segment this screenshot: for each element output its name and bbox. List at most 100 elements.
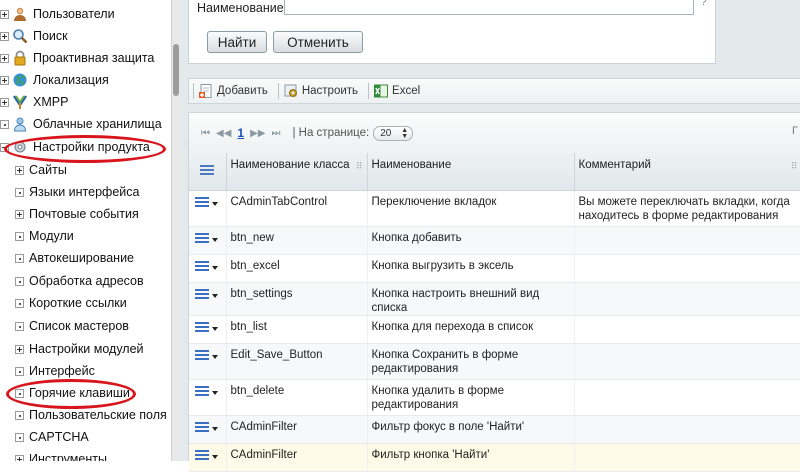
tree-item-label: Обработка адресов — [29, 274, 144, 288]
cancel-button[interactable]: Отменить — [273, 31, 363, 53]
tree-item-module-settings[interactable]: Настройки модулей — [15, 339, 144, 359]
column-header-class-name[interactable]: Наименование класса ⠿ — [226, 153, 368, 191]
row-menu-icon[interactable] — [193, 287, 219, 301]
list-menu-icon[interactable] — [200, 165, 214, 177]
tree-item-captcha[interactable]: CAPTCHA — [15, 427, 89, 447]
row-menu-icon[interactable] — [193, 348, 219, 362]
tree-item-mail-events[interactable]: Почтовые события — [15, 204, 139, 224]
per-page-select[interactable]: 20 ▲ ▼ — [373, 125, 414, 141]
tree-item-cloud-storage[interactable]: Облачные хранилища — [0, 114, 162, 134]
toolbar-divider — [368, 83, 370, 99]
first-page-icon[interactable]: ⏮ — [201, 128, 210, 139]
row-menu-icon[interactable] — [193, 195, 219, 209]
row-menu-icon[interactable] — [193, 420, 219, 434]
cell-class-name: CAdminTabControl — [226, 190, 368, 227]
tree-item-proactive-protection[interactable]: Проактивная защита — [0, 48, 154, 68]
tree-item-interface[interactable]: Интерфейс — [15, 361, 95, 381]
expand-icon[interactable] — [0, 53, 9, 63]
leaf-icon — [15, 253, 24, 263]
excel-button[interactable]: Excel — [373, 83, 420, 99]
tree-item-sites[interactable]: Сайты — [15, 160, 67, 180]
column-grip-icon[interactable]: ⠿ — [791, 161, 798, 172]
expand-icon[interactable] — [0, 31, 9, 41]
tree-item-product-settings[interactable]: Настройки продукта — [0, 137, 150, 157]
table-row[interactable]: btn_delete Кнопка удалить в форме редакти… — [189, 379, 800, 416]
add-button-label: Добавить — [217, 85, 268, 97]
tree-item-user-fields[interactable]: Пользовательские поля — [15, 405, 167, 425]
tree-item-users[interactable]: Пользователи — [0, 4, 115, 24]
configure-icon — [283, 83, 299, 99]
table-row[interactable]: btn_new Кнопка добавить — [189, 226, 800, 255]
prev-page-icon[interactable]: ◀◀ — [216, 128, 231, 139]
tree-item-short-links[interactable]: Короткие ссылки — [15, 293, 127, 313]
tree-item-autocaching[interactable]: Автокеширование — [15, 248, 134, 268]
tree-item-label: CAPTCHA — [29, 430, 89, 444]
row-menu-icon[interactable] — [193, 231, 219, 245]
row-actions-cell[interactable] — [189, 282, 227, 316]
tree-item-label: XMPP — [33, 95, 69, 109]
table-row[interactable]: CAdminFilter Фильтр кнопка 'Найти' — [189, 443, 800, 472]
excel-icon — [373, 83, 389, 99]
navigation-tree: Пользователи Поиск Проактивная защита Ло… — [0, 0, 171, 461]
tree-item-modules[interactable]: Модули — [15, 226, 74, 246]
column-grip-icon[interactable]: ⠿ — [356, 161, 363, 172]
expand-icon[interactable] — [15, 165, 24, 175]
current-page[interactable]: 1 — [237, 126, 244, 140]
row-menu-icon[interactable] — [193, 448, 219, 462]
row-actions-cell[interactable] — [189, 315, 227, 344]
tree-item-label: Почтовые события — [29, 207, 139, 221]
expand-icon[interactable] — [0, 119, 9, 129]
next-page-icon[interactable]: ▶▶ — [250, 128, 265, 139]
tree-item-xmpp[interactable]: XMPP — [0, 92, 68, 112]
cell-class-name: CAdminFilter — [226, 443, 368, 472]
expand-icon[interactable] — [0, 9, 9, 19]
toolbar-divider — [193, 83, 194, 99]
cell-comment: Вы можете переключать вкладки, когда нах… — [574, 190, 800, 227]
row-menu-icon[interactable] — [193, 259, 219, 273]
table-row[interactable]: btn_settings Кнопка настроить внешний вид… — [189, 282, 800, 316]
tree-scrollbar[interactable] — [171, 0, 180, 461]
cell-comment — [574, 415, 800, 444]
find-button[interactable]: Найти — [207, 31, 267, 53]
row-actions-cell[interactable] — [189, 190, 227, 227]
cell-class-name: Edit_Save_Button — [226, 343, 368, 380]
name-filter-input[interactable] — [284, 0, 694, 15]
settings-button[interactable]: Настроить — [283, 83, 358, 99]
column-header-name[interactable]: Наименование — [367, 153, 575, 191]
table-row[interactable]: btn_excel Кнопка выгрузить в эксель — [189, 254, 800, 283]
tree-item-localization[interactable]: Локализация — [0, 70, 109, 90]
expand-icon[interactable] — [0, 97, 9, 107]
table-row[interactable]: CAdminTabControl Переключение вкладок Вы м… — [189, 190, 800, 227]
collapse-icon[interactable] — [0, 142, 9, 152]
row-actions-cell[interactable] — [189, 443, 227, 472]
spinner-arrows-icon: ▲ ▼ — [401, 126, 409, 140]
cell-class-name: btn_excel — [226, 254, 368, 283]
expand-icon[interactable] — [0, 75, 9, 85]
table-row[interactable]: btn_list Кнопка для перехода в список — [189, 315, 800, 344]
tree-item-tools[interactable]: Инструменты — [15, 449, 107, 461]
expand-icon[interactable] — [15, 454, 24, 461]
tree-item-interface-languages[interactable]: Языки интерфейса — [15, 182, 139, 202]
scrollbar-thumb[interactable] — [173, 44, 179, 96]
row-actions-cell[interactable] — [189, 226, 227, 255]
table-row[interactable]: CAdminFilter Фильтр фокус в поле 'Найти' — [189, 415, 800, 444]
table-row[interactable]: Edit_Save_Button Кнопка Сохранить в форме… — [189, 343, 800, 380]
tree-item-search[interactable]: Поиск — [0, 26, 68, 46]
expand-icon[interactable] — [15, 344, 24, 354]
help-icon[interactable]: ? — [701, 0, 707, 8]
expand-icon[interactable] — [15, 209, 24, 219]
last-page-icon[interactable]: ⏭ — [271, 128, 280, 139]
tree-item-wizard-list[interactable]: Список мастеров — [15, 316, 129, 336]
row-menu-icon[interactable] — [193, 384, 219, 398]
tree-item-url-processing[interactable]: Обработка адресов — [15, 271, 144, 291]
row-menu-icon[interactable] — [193, 320, 219, 334]
leaf-icon — [15, 366, 24, 376]
row-actions-cell[interactable] — [189, 379, 227, 416]
row-actions-cell[interactable] — [189, 415, 227, 444]
column-header-comment[interactable]: Комментарий ⠿ — [574, 153, 800, 191]
add-button[interactable]: Добавить — [198, 83, 268, 99]
row-actions-header[interactable] — [189, 153, 227, 191]
row-actions-cell[interactable] — [189, 254, 227, 283]
row-actions-cell[interactable] — [189, 343, 227, 380]
tree-item-hotkeys[interactable]: Горячие клавиши — [15, 383, 130, 403]
